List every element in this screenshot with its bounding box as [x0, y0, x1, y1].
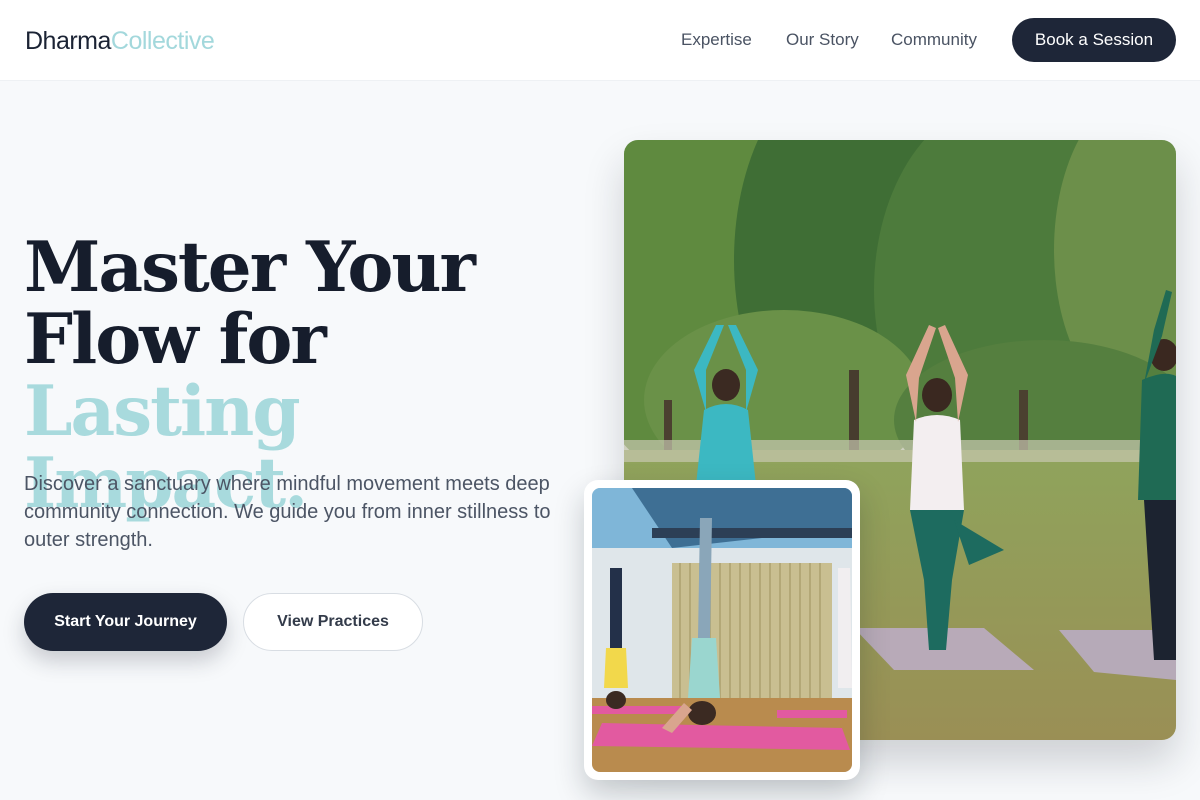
hero-subtext: Discover a sanctuary where mindful movem… — [24, 473, 551, 551]
brand-logo[interactable]: DharmaCollective — [25, 27, 215, 55]
brand-name-light: Collective — [110, 27, 215, 55]
brand-name-dark: Dharma — [25, 27, 111, 55]
headline-line-1: Master Your — [24, 227, 476, 308]
nav-link-our-story[interactable]: Our Story — [786, 30, 859, 50]
nav-link-community[interactable]: Community — [891, 30, 977, 50]
nav-link-expertise[interactable]: Expertise — [681, 30, 752, 50]
indoor-yoga-photo — [592, 488, 852, 772]
start-journey-button[interactable]: Start Your Journey — [24, 593, 227, 651]
book-session-button[interactable]: Book a Session — [1012, 18, 1176, 62]
site-header: DharmaCollective Expertise Our Story Com… — [0, 0, 1200, 81]
headline-line-2a: Flow for — [24, 299, 327, 380]
indoor-yoga-illustration — [592, 488, 852, 772]
view-practices-button[interactable]: View Practices — [243, 593, 423, 651]
headline-line-2b: Lasting — [24, 371, 301, 452]
indoor-yoga-photo-card — [584, 480, 860, 780]
